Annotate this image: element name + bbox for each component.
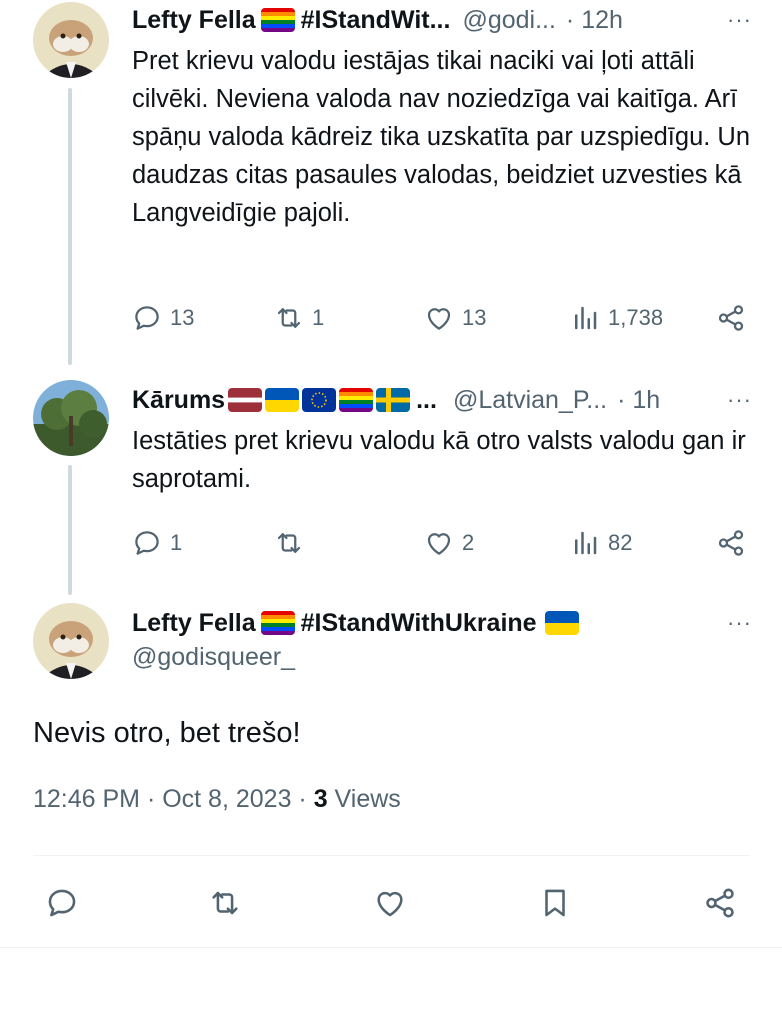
handle[interactable]: @Latvian_P...	[453, 386, 607, 415]
retweet-button[interactable]	[274, 523, 312, 563]
reply-tweet-1[interactable]: Lefty Fella #IStandWit... @godi... · 12h…	[0, 0, 782, 365]
name-emoji	[544, 611, 579, 635]
retweet-count: 1	[312, 305, 325, 330]
share-button[interactable]	[716, 523, 746, 563]
bookmark-button[interactable]	[538, 883, 572, 923]
tweet-header: Kārums ... @Latvian_P... · 1h ···	[132, 380, 752, 420]
action-bar: 1 2 82	[132, 523, 752, 563]
like-icon	[424, 528, 454, 558]
handle[interactable]: @godisqueer_	[132, 643, 295, 672]
rainbow-flag-icon	[260, 8, 295, 32]
share-icon	[716, 528, 746, 558]
reply-button[interactable]	[45, 883, 79, 923]
views-button[interactable]: 1,738	[570, 298, 663, 338]
name-emoji	[260, 611, 295, 635]
display-name[interactable]: Lefty Fella	[132, 6, 256, 35]
retweet-button[interactable]	[208, 883, 242, 923]
display-name[interactable]: Kārums	[132, 386, 225, 415]
reply-icon	[45, 886, 79, 920]
tweet-text: Pret krievu valodu iestājas tikai naciki…	[132, 47, 751, 227]
avatar[interactable]	[33, 380, 109, 456]
share-button[interactable]	[716, 298, 746, 338]
reply-button[interactable]: 13	[132, 298, 194, 338]
avatar[interactable]	[33, 2, 109, 78]
main-tweet: Lefty Fella #IStandWithUkraine ··· @godi…	[0, 595, 782, 1024]
divider	[0, 947, 782, 948]
name-emoji	[260, 8, 295, 32]
share-icon	[703, 886, 737, 920]
ukraine-flag-icon	[544, 611, 579, 635]
reply-tweet-2[interactable]: Kārums ... @Latvian_P... · 1h ··· Iestāt…	[0, 365, 782, 595]
hashtag[interactable]: #IStandWithUkraine	[301, 609, 537, 638]
more-icon[interactable]: ···	[727, 0, 752, 40]
latvia-flag-icon	[228, 388, 263, 412]
tweet-text: Nevis otro, bet trešo!	[33, 717, 301, 749]
retweet-icon	[274, 303, 304, 333]
bookmark-icon	[538, 886, 572, 920]
reply-icon	[132, 528, 162, 558]
thread-line	[68, 88, 72, 365]
name-ellipsis: ...	[416, 385, 437, 414]
hashtag[interactable]: #IStandWit...	[301, 6, 451, 35]
reply-icon	[132, 303, 162, 333]
reply-count: 13	[170, 305, 195, 330]
tweet-meta: 12:46 PM · Oct 8, 2023 · 3 Views	[33, 785, 401, 814]
name-emoji	[228, 388, 411, 412]
like-button[interactable]	[373, 883, 407, 923]
views-icon	[570, 303, 600, 333]
retweet-button[interactable]: 1	[274, 298, 324, 338]
main-action-bar	[0, 883, 782, 923]
tweet-text: Iestāties pret krievu valodu kā otro val…	[132, 427, 746, 493]
like-icon	[373, 886, 407, 920]
views-label: Views	[327, 785, 401, 813]
like-icon	[424, 303, 454, 333]
share-button[interactable]	[703, 883, 737, 923]
reply-count: 1	[170, 530, 183, 555]
avatar[interactable]	[33, 603, 109, 679]
like-button[interactable]: 13	[424, 298, 486, 338]
timestamp[interactable]: · 1h	[617, 386, 660, 415]
like-count: 2	[462, 530, 475, 555]
like-count: 13	[462, 305, 487, 330]
more-icon[interactable]: ···	[727, 380, 752, 420]
ukraine-flag-icon	[265, 388, 300, 412]
views-button[interactable]: 82	[570, 523, 632, 563]
like-button[interactable]: 2	[424, 523, 474, 563]
share-icon	[716, 303, 746, 333]
display-name[interactable]: Lefty Fella	[132, 609, 256, 638]
author-name-row: Lefty Fella #IStandWithUkraine ···	[132, 603, 752, 643]
rainbow-flag-icon	[339, 388, 374, 412]
views-count: 82	[608, 530, 633, 555]
retweet-icon	[208, 886, 242, 920]
timestamp[interactable]: · 12h	[566, 6, 623, 35]
views-count: 1,738	[608, 305, 664, 330]
eu-flag-icon	[302, 388, 337, 412]
reply-button[interactable]: 1	[132, 523, 182, 563]
handle[interactable]: @godi...	[462, 6, 555, 35]
tweet-timestamp[interactable]: 12:46 PM · Oct 8, 2023 ·	[33, 785, 314, 813]
retweet-icon	[274, 528, 304, 558]
thread-line	[68, 465, 72, 595]
more-icon[interactable]: ···	[727, 603, 752, 643]
rainbow-flag-icon	[260, 611, 295, 635]
views-icon	[570, 528, 600, 558]
tweet-header: Lefty Fella #IStandWit... @godi... · 12h…	[132, 0, 752, 40]
action-bar: 13 1 13 1,738	[132, 298, 752, 338]
divider	[33, 855, 749, 856]
views-count: 3	[313, 785, 328, 813]
sweden-flag-icon	[376, 388, 411, 412]
